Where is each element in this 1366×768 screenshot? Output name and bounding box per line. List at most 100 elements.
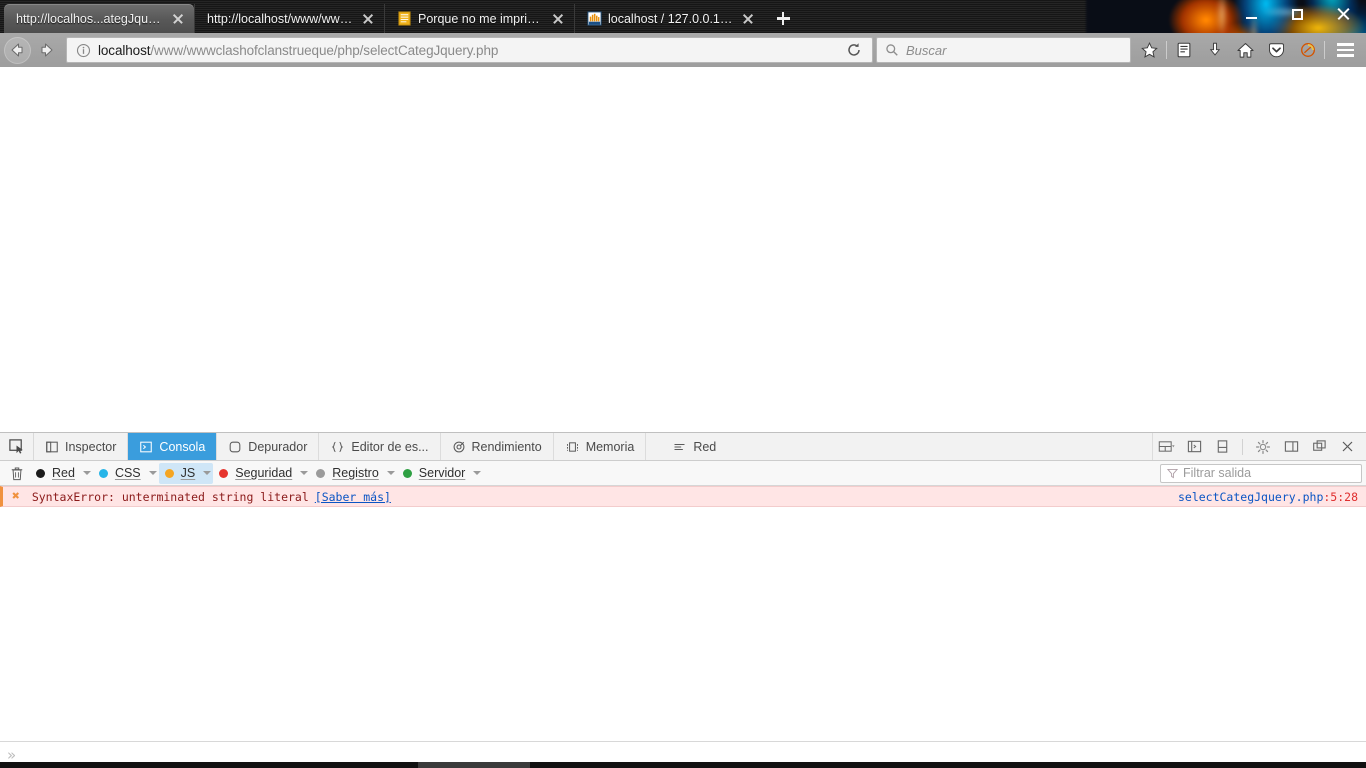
chevron-down-icon[interactable] xyxy=(203,471,212,475)
chevron-down-icon[interactable] xyxy=(473,471,482,475)
search-bar[interactable]: Buscar xyxy=(876,37,1131,63)
console-filter-red[interactable]: Red xyxy=(30,463,93,484)
separate-window-icon[interactable] xyxy=(1306,434,1332,460)
devtools-tab-red-label: Red xyxy=(693,439,717,454)
tab-close-icon[interactable] xyxy=(740,11,756,27)
style-editor-icon xyxy=(332,441,344,452)
browser-tab-3[interactable]: Porque no me imprime lo... xyxy=(384,4,574,33)
devtools-tab-depurador[interactable]: Depurador xyxy=(217,433,320,460)
document-favicon-icon xyxy=(398,11,411,26)
chevron-down-icon[interactable] xyxy=(386,471,395,475)
minimize-button[interactable] xyxy=(1228,0,1274,28)
tab-close-icon[interactable] xyxy=(170,11,186,27)
browser-tab-2-label: http://localhost/www/wwwcl... xyxy=(207,11,354,26)
devtools-toolbar-right xyxy=(1153,433,1366,460)
filter-dot-servidor xyxy=(402,468,412,478)
devtools-tab-inspector-label: Inspector xyxy=(65,439,117,454)
split-console-icon[interactable] xyxy=(1181,434,1207,460)
memory-icon xyxy=(566,441,578,452)
devtools-tab-consola-label: Consola xyxy=(159,439,206,454)
inspector-icon xyxy=(46,441,58,452)
devtools-tab-memoria[interactable]: Memoria xyxy=(554,433,647,460)
browser-tab-1-label: http://localhos...ategJquery.php xyxy=(16,11,164,26)
close-devtools-icon[interactable] xyxy=(1334,434,1360,460)
console-filter-css[interactable]: CSS xyxy=(93,463,159,484)
devtools-tab-inspector[interactable]: Inspector xyxy=(34,433,129,460)
window-controls xyxy=(1228,0,1366,28)
filter-dot-js xyxy=(164,468,174,478)
console-icon xyxy=(140,441,153,452)
library-icon[interactable] xyxy=(1168,35,1199,65)
home-icon[interactable] xyxy=(1230,35,1261,65)
devtools-tab-red[interactable]: Red xyxy=(646,433,727,460)
url-host: localhost xyxy=(98,42,151,58)
console-message-source-file: selectCategJquery.php xyxy=(1177,489,1324,504)
restore-button[interactable] xyxy=(1274,0,1320,28)
url-bar[interactable]: localhost/www/wwwclashofclanstrueque/php… xyxy=(66,37,873,63)
devtools-tab-memoria-label: Memoria xyxy=(585,439,635,454)
funnel-icon xyxy=(1167,468,1178,478)
filter-dot-seguridad xyxy=(219,468,229,478)
debugger-icon xyxy=(229,441,241,452)
console-filter-css-label: CSS xyxy=(114,466,141,480)
downloads-icon[interactable] xyxy=(1199,35,1230,65)
responsive-layout-icon[interactable] xyxy=(1153,434,1179,460)
browser-tab-3-label: Porque no me imprime lo... xyxy=(418,11,544,26)
devtools-tab-rendimiento[interactable]: Rendimiento xyxy=(441,433,554,460)
bookmark-star-icon[interactable] xyxy=(1134,35,1165,65)
console-filter-servidor-label: Servidor xyxy=(418,466,466,480)
dock-bottom-icon[interactable] xyxy=(1209,434,1235,460)
devtools-tab-editor-label: Editor de es... xyxy=(351,439,429,454)
console-filter-seguridad[interactable]: Seguridad xyxy=(213,463,310,484)
error-x-icon: ✖ xyxy=(12,489,20,504)
chevron-down-icon[interactable] xyxy=(300,471,309,475)
browser-tab-1[interactable]: http://localhos...ategJquery.php xyxy=(4,4,194,33)
url-path: /www/wwwclashofclanstrueque/php/selectCa… xyxy=(150,42,499,58)
info-circle-icon[interactable] xyxy=(74,43,92,58)
new-tab-button[interactable] xyxy=(768,4,798,33)
settings-gear-icon[interactable] xyxy=(1250,434,1276,460)
url-text: localhost/www/wwwclashofclanstrueque/php… xyxy=(92,43,840,58)
console-filter-bar: Red CSS JS Seguridad Registro Servidor F… xyxy=(0,461,1366,486)
console-filter-registro[interactable]: Registro xyxy=(310,463,397,484)
forward-button[interactable] xyxy=(32,35,62,65)
devtools-tab-rendimiento-label: Rendimiento xyxy=(471,439,542,454)
console-filter-servidor[interactable]: Servidor xyxy=(397,463,484,484)
back-button[interactable] xyxy=(2,35,32,65)
browser-tab-4[interactable]: localhost / 127.0.0.1 / clas... xyxy=(574,4,764,33)
page-content-area xyxy=(0,67,1366,432)
titlebar: http://localhos...ategJquery.php http://… xyxy=(0,0,1366,33)
sync-icon[interactable] xyxy=(1292,35,1323,65)
tab-strip: http://localhos...ategJquery.php http://… xyxy=(0,0,798,33)
browser-window: http://localhos...ategJquery.php http://… xyxy=(0,0,1366,768)
filter-dot-red xyxy=(36,468,45,478)
dock-side-icon[interactable] xyxy=(1278,434,1304,460)
search-icon xyxy=(886,44,898,56)
network-icon xyxy=(674,443,685,450)
console-filter-seguridad-label: Seguridad xyxy=(235,466,293,480)
navigation-toolbar: localhost/www/wwwclashofclanstrueque/php… xyxy=(0,33,1366,67)
devtools-tab-editor-de-estilos[interactable]: Editor de es... xyxy=(319,433,441,460)
console-filter-js[interactable]: JS xyxy=(158,462,214,484)
console-filter-input[interactable]: Filtrar salida xyxy=(1160,463,1362,483)
trash-icon[interactable] xyxy=(4,466,30,481)
devtools-tab-consola[interactable]: Consola xyxy=(128,433,218,460)
tab-close-icon[interactable] xyxy=(550,11,566,27)
reload-icon xyxy=(848,43,860,56)
search-placeholder: Buscar xyxy=(906,42,947,58)
element-picker-icon[interactable] xyxy=(0,433,34,460)
forward-arrow-icon xyxy=(41,43,53,57)
close-window-button[interactable] xyxy=(1320,0,1366,28)
tab-close-icon[interactable] xyxy=(360,11,376,27)
console-message-source-line: :5:28 xyxy=(1323,489,1358,504)
prompt-chevron-icon: » xyxy=(7,745,17,764)
console-message-row[interactable]: ✖ SyntaxError: unterminated string liter… xyxy=(0,486,1366,507)
reload-button[interactable] xyxy=(840,37,868,63)
console-message-learn-more-link[interactable]: [Saber más] xyxy=(315,490,391,504)
browser-tab-2[interactable]: http://localhost/www/wwwcl... xyxy=(194,4,384,33)
hamburger-menu-button[interactable] xyxy=(1326,35,1364,65)
chevron-down-icon[interactable] xyxy=(148,471,157,475)
chevron-down-icon[interactable] xyxy=(82,471,91,475)
pocket-icon[interactable] xyxy=(1261,35,1292,65)
console-message-source[interactable]: selectCategJquery.php:5:28 xyxy=(1178,490,1366,504)
